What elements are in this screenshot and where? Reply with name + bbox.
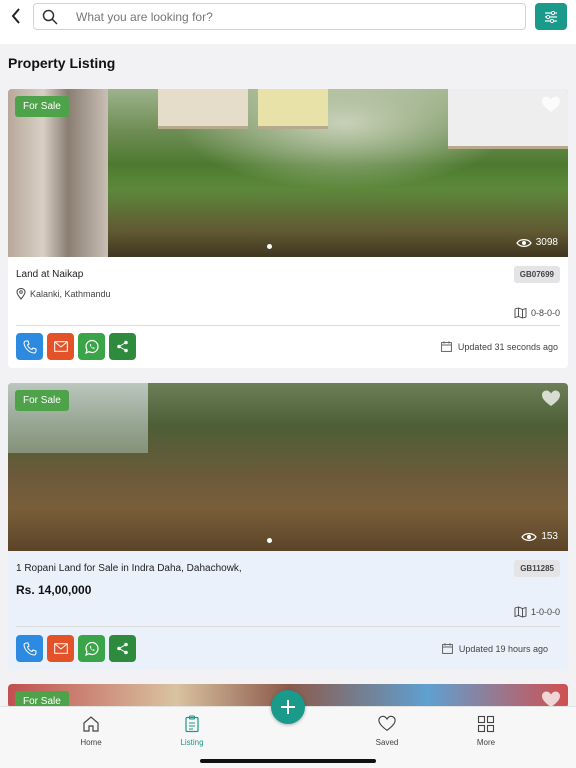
envelope-icon xyxy=(53,643,68,654)
updated-time: Updated 19 hours ago xyxy=(442,643,548,654)
page-title: Property Listing xyxy=(8,55,116,71)
tab-more[interactable]: More xyxy=(456,715,516,747)
share-button[interactable] xyxy=(109,635,136,662)
search-icon xyxy=(42,9,58,25)
whatsapp-icon xyxy=(84,641,99,656)
tab-home[interactable]: Home xyxy=(61,715,121,747)
property-code: GB07699 xyxy=(513,266,560,283)
heart-outline-icon xyxy=(378,715,396,732)
share-icon xyxy=(117,340,128,353)
plus-icon xyxy=(281,700,295,714)
property-photo[interactable]: For Sale 153 xyxy=(8,383,568,551)
divider xyxy=(16,626,560,627)
view-count: 153 xyxy=(521,531,558,542)
top-bar: ••• xyxy=(0,0,576,44)
updated-time: Updated 31 seconds ago xyxy=(441,341,558,352)
eye-icon xyxy=(521,532,538,541)
calendar-icon xyxy=(441,341,452,352)
tab-saved[interactable]: Saved xyxy=(357,715,417,747)
property-photo[interactable]: For Sale 3098 xyxy=(8,89,568,257)
email-button[interactable] xyxy=(47,635,74,662)
map-icon xyxy=(514,606,527,618)
phone-icon xyxy=(22,642,36,656)
search-input[interactable] xyxy=(76,9,496,24)
home-icon xyxy=(83,716,99,732)
map-pin-icon xyxy=(16,288,26,300)
clipboard-list-icon xyxy=(185,715,199,733)
envelope-icon xyxy=(53,341,68,352)
add-listing-button[interactable] xyxy=(271,690,305,724)
map-icon xyxy=(514,307,527,319)
listing-card[interactable]: For Sale 153 1 Ropani Land for Sale in I… xyxy=(8,383,568,670)
divider xyxy=(16,325,560,326)
call-button[interactable] xyxy=(16,635,43,662)
share-button[interactable] xyxy=(109,333,136,360)
for-sale-badge: For Sale xyxy=(15,96,69,117)
property-price: Rs. 14,00,000 xyxy=(16,583,92,597)
property-title[interactable]: 1 Ropani Land for Sale in Indra Daha, Da… xyxy=(16,563,242,574)
back-chevron-icon[interactable] xyxy=(6,6,26,26)
property-area: 0-8-0-0 xyxy=(514,307,560,319)
for-sale-badge: For Sale xyxy=(15,390,69,411)
whatsapp-icon xyxy=(84,339,99,354)
phone-icon xyxy=(22,340,36,354)
contact-actions xyxy=(16,333,136,360)
listing-card[interactable]: For Sale 3098 Land at Naikap GB07699 Kal… xyxy=(8,89,568,368)
property-title[interactable]: Land at Naikap xyxy=(16,269,83,280)
property-area: 1-0-0-0 xyxy=(514,606,560,618)
tab-listing[interactable]: Listing xyxy=(162,715,222,747)
whatsapp-button[interactable] xyxy=(78,635,105,662)
heart-icon[interactable] xyxy=(541,389,561,409)
eye-icon xyxy=(516,238,532,247)
contact-actions xyxy=(16,635,136,662)
filter-button[interactable] xyxy=(535,3,567,30)
call-button[interactable] xyxy=(16,333,43,360)
whatsapp-button[interactable] xyxy=(78,333,105,360)
home-indicator[interactable] xyxy=(200,759,376,763)
share-icon xyxy=(117,642,128,655)
property-location: Kalanki, Kathmandu xyxy=(16,288,111,300)
grid-icon xyxy=(477,715,495,733)
heart-icon[interactable] xyxy=(541,95,561,115)
view-count: 3098 xyxy=(516,237,558,248)
carousel-dot xyxy=(267,538,272,543)
sliders-icon xyxy=(545,10,557,23)
property-code: GB11285 xyxy=(514,560,560,577)
search-field[interactable] xyxy=(33,3,526,30)
calendar-icon xyxy=(442,643,453,654)
email-button[interactable] xyxy=(47,333,74,360)
carousel-dot xyxy=(267,244,272,249)
